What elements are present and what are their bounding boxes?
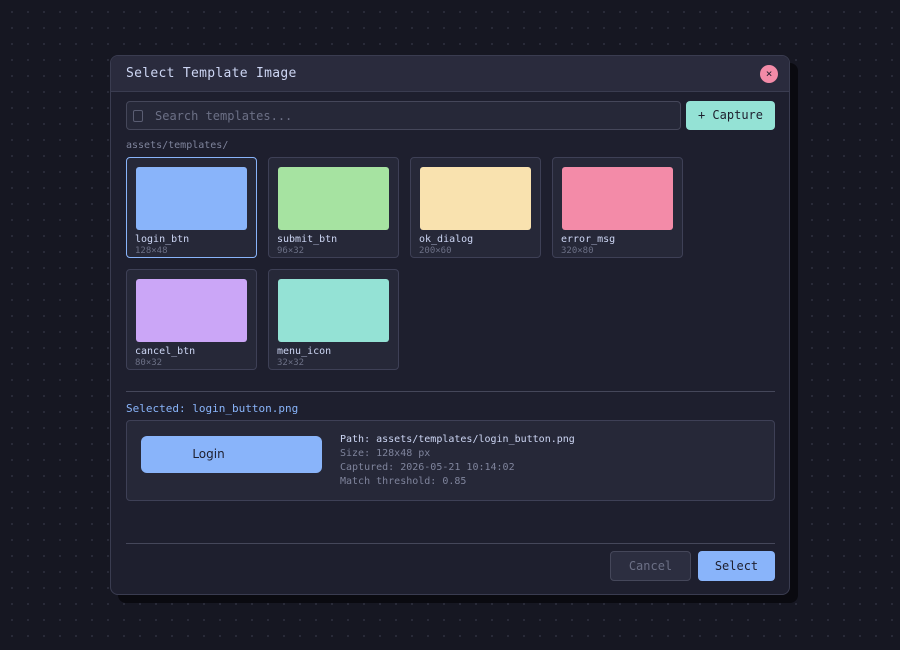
search-input[interactable]: [155, 108, 655, 123]
search-box[interactable]: [126, 101, 681, 130]
template-card[interactable]: ok_dialog 200×60: [410, 157, 541, 258]
template-dimensions: Size: 128x48 px: [340, 448, 431, 459]
template-grid: login_btn 128×48 submit_btn 96×32 ok_dia…: [126, 157, 786, 372]
preview-panel: Login Path: assets/templates/login_butto…: [126, 420, 775, 501]
template-size: 200×60: [419, 246, 452, 256]
template-thumbnail: [278, 167, 389, 230]
template-captured: Captured: 2026-05-21 10:14:02: [340, 462, 515, 473]
close-button[interactable]: ×: [760, 65, 778, 83]
template-size: 96×32: [277, 246, 305, 256]
template-name: login_btn: [135, 234, 190, 245]
template-name: ok_dialog: [419, 234, 474, 245]
template-preview: Login: [141, 436, 322, 473]
template-name: cancel_btn: [135, 346, 196, 357]
search-row: + Capture: [126, 101, 775, 130]
dialog-title: Select Template Image: [126, 66, 297, 81]
divider: [126, 391, 775, 392]
template-name: error_msg: [561, 234, 616, 245]
preview-text: Login: [192, 447, 225, 461]
template-thumbnail: [136, 167, 247, 230]
cancel-button[interactable]: Cancel: [610, 551, 691, 581]
template-name: menu_icon: [277, 346, 332, 357]
template-card[interactable]: error_msg 320×80: [552, 157, 683, 258]
selected-label: Selected: login_button.png: [126, 402, 299, 415]
dialog-titlebar: Select Template Image: [111, 56, 789, 92]
template-card[interactable]: cancel_btn 80×32: [126, 269, 257, 370]
template-thumbnail: [136, 279, 247, 342]
template-size: 80×32: [135, 358, 163, 368]
template-picker-dialog: Select Template Image × + Capture assets…: [110, 55, 790, 595]
search-icon: [133, 109, 143, 122]
template-thumbnail: [278, 279, 389, 342]
template-card[interactable]: login_btn 128×48: [126, 157, 257, 258]
template-card[interactable]: menu_icon 32×32: [268, 269, 399, 370]
match-threshold: Match threshold: 0.85: [340, 476, 467, 487]
select-button[interactable]: Select: [698, 551, 775, 581]
template-size: 128×48: [135, 246, 168, 256]
divider: [126, 543, 775, 544]
template-size: 32×32: [277, 358, 305, 368]
template-name: submit_btn: [277, 234, 338, 245]
template-path: Path: assets/templates/login_button.png: [340, 434, 575, 445]
template-thumbnail: [420, 167, 531, 230]
template-info: Path: assets/templates/login_button.png …: [340, 433, 575, 489]
capture-button[interactable]: + Capture: [686, 101, 775, 130]
template-card[interactable]: submit_btn 96×32: [268, 157, 399, 258]
template-size: 320×80: [561, 246, 594, 256]
folder-path: assets/templates/: [126, 140, 229, 151]
template-thumbnail: [562, 167, 673, 230]
